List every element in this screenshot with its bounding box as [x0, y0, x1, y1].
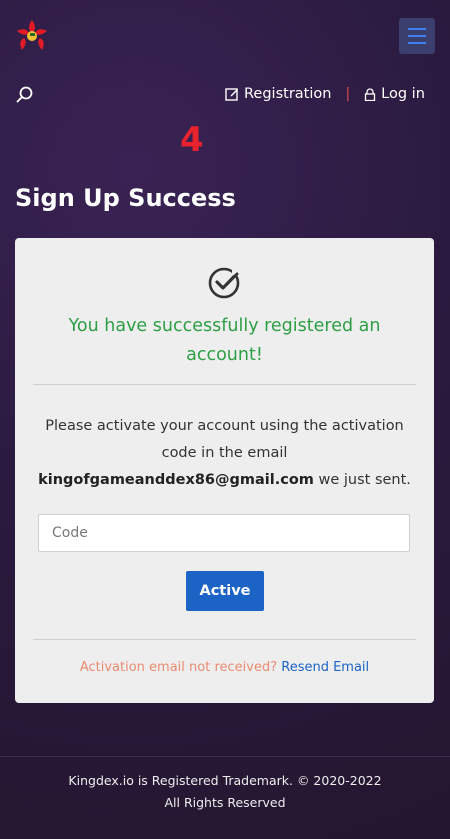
- hamburger-menu-icon: [408, 28, 426, 30]
- success-card: You have successfully registered an acco…: [15, 238, 434, 703]
- divider: [33, 639, 416, 640]
- registration-label: Registration: [244, 86, 332, 102]
- lock-icon: [365, 87, 376, 101]
- code-input[interactable]: [38, 514, 410, 552]
- search-icon[interactable]: [16, 86, 34, 104]
- page-title: Sign Up Success: [15, 184, 236, 212]
- footer: Kingdex.io is Registered Trademark. © 20…: [0, 770, 450, 814]
- active-button[interactable]: Active: [186, 571, 264, 611]
- instruction-suffix: we just sent.: [318, 472, 411, 488]
- edit-icon: [225, 88, 238, 101]
- email-address: kingofgameanddex86@gmail.com: [38, 472, 314, 488]
- footer-trademark: Kingdex.io is Registered Trademark. © 20…: [68, 773, 382, 788]
- activation-instructions: Please activate your account using the a…: [15, 413, 434, 494]
- footer-rights: All Rights Reserved: [164, 795, 286, 810]
- footer-divider: [0, 756, 450, 757]
- resend-row: Activation email not received? Resend Em…: [15, 660, 434, 675]
- step-marker: 4: [180, 120, 204, 160]
- resend-email-link[interactable]: Resend Email: [281, 660, 369, 675]
- login-label: Log in: [381, 86, 425, 102]
- registration-link[interactable]: Registration: [225, 86, 331, 102]
- instruction-text: Please activate your account using the a…: [45, 418, 404, 461]
- hamburger-menu-button[interactable]: [399, 18, 435, 54]
- divider: [33, 384, 416, 385]
- nav-separator: |: [345, 86, 351, 102]
- auth-nav: Registration | Log in: [225, 84, 425, 104]
- resend-question: Activation email not received?: [79, 660, 278, 675]
- success-message: You have successfully registered an acco…: [68, 316, 381, 365]
- login-link[interactable]: Log in: [364, 86, 425, 102]
- brand-logo[interactable]: [14, 18, 50, 54]
- check-circle-icon: [207, 264, 243, 300]
